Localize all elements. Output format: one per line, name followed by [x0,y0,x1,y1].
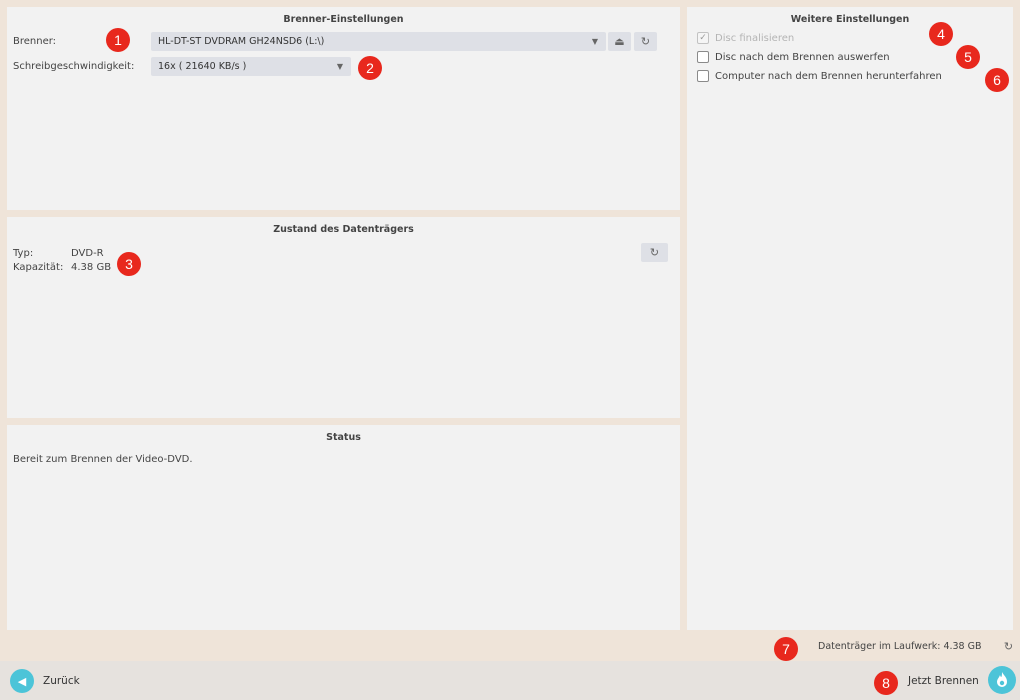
refresh-icon: ↻ [640,35,651,48]
annotation-badge: 7 [774,637,798,661]
status-message: Bereit zum Brennen der Video-DVD. [13,454,193,465]
eject-after-burn-option: Disc nach dem Brennen auswerfen [697,51,890,63]
burner-label: Brenner: [13,36,57,47]
back-label[interactable]: Zurück [43,675,80,687]
shutdown-after-burn-label: Computer nach dem Brennen herunterfahren [715,70,942,82]
disc-state-panel: Zustand des Datenträgers Typ: DVD-R Kapa… [7,217,680,418]
disc-type-value: DVD-R [71,248,104,259]
eject-icon: ⏏ [614,35,625,48]
status-title: Status [326,432,361,443]
shutdown-after-burn-option: Computer nach dem Brennen herunterfahren [697,70,942,82]
annotation-badge: 4 [929,22,953,46]
speed-select-value: 16x ( 21640 KB/s ) [158,61,247,72]
more-settings-title: Weitere Einstellungen [790,14,910,25]
disc-type-label: Typ: [13,248,34,259]
annotation-badge: 3 [117,252,141,276]
annotation-badge: 1 [106,28,130,52]
chevron-down-icon: ▼ [336,62,343,71]
burn-now-label[interactable]: Jetzt Brennen [908,675,979,687]
burner-select[interactable]: HL-DT-ST DVDRAM GH24NSD6 (L:\) ▼ [151,32,606,51]
eject-after-burn-label: Disc nach dem Brennen auswerfen [715,51,890,63]
finalize-disc-option: ✓ Disc finalisieren [697,32,794,44]
disc-capacity-value: 4.38 GB [71,262,112,273]
disc-state-title: Zustand des Datenträgers [273,224,414,235]
annotation-badge: 2 [358,56,382,80]
burn-icon [997,672,1007,687]
drive-info-text: Datenträger im Laufwerk: 4.38 GB [818,641,982,652]
refresh-icon: ↻ [649,246,660,259]
chevron-down-icon: ▼ [591,37,598,46]
refresh-drive-button[interactable]: ↻ [999,637,1018,656]
more-settings-panel: Weitere Einstellungen ✓ Disc finalisiere… [687,7,1013,630]
arrow-left-icon: ◀ [17,674,27,688]
burner-settings-title: Brenner-Einstellungen [283,14,404,25]
burner-select-value: HL-DT-ST DVDRAM GH24NSD6 (L:\) [158,36,325,47]
back-button[interactable]: ◀ [10,669,34,693]
burn-now-button[interactable] [988,666,1016,694]
speed-label: Schreibgeschwindigkeit: [13,61,135,72]
refresh-burner-button[interactable]: ↻ [634,32,657,51]
bottom-bar: ◀ Zurück Jetzt Brennen [0,661,1020,700]
annotation-badge: 5 [956,45,980,69]
shutdown-after-burn-checkbox[interactable] [697,70,709,82]
finalize-disc-checkbox[interactable]: ✓ [697,32,709,44]
speed-select[interactable]: 16x ( 21640 KB/s ) ▼ [151,57,351,76]
eject-after-burn-checkbox[interactable] [697,51,709,63]
disc-capacity-label: Kapazität: [13,262,64,273]
annotation-badge: 8 [874,671,898,695]
status-panel: Status Bereit zum Brennen der Video-DVD. [7,425,680,630]
annotation-badge: 6 [985,68,1009,92]
eject-button[interactable]: ⏏ [608,32,631,51]
refresh-icon: ↻ [1003,640,1014,653]
refresh-disc-button[interactable]: ↻ [641,243,668,262]
finalize-disc-label: Disc finalisieren [715,32,795,44]
